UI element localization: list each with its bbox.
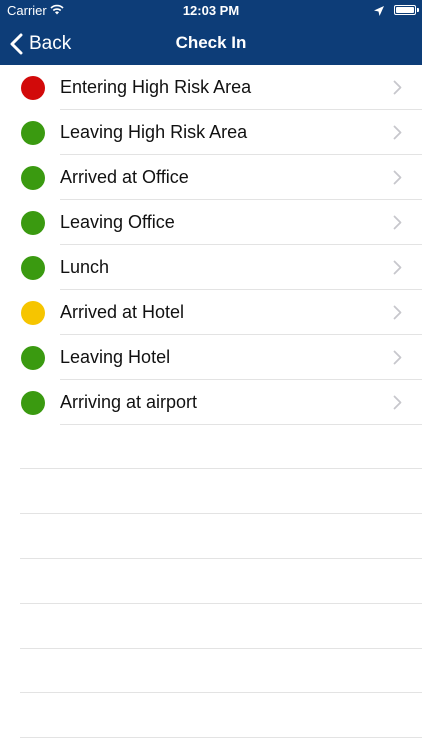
status-dot-icon <box>21 120 45 145</box>
list-item-label: Arriving at airport <box>60 392 198 412</box>
list-item[interactable]: Arrived at Office <box>0 155 422 200</box>
status-dot-icon <box>21 390 45 415</box>
navigation-bar: Back Check In <box>0 22 422 65</box>
chevron-right-icon <box>393 125 402 145</box>
list-item-label: Leaving Hotel <box>60 347 171 367</box>
page-title: Check In <box>175 33 247 52</box>
divider <box>20 648 422 649</box>
divider <box>20 737 422 738</box>
chevron-right-icon <box>393 260 402 280</box>
list-item-label: Arrived at Office <box>60 167 189 187</box>
list-item[interactable]: Lunch <box>0 245 422 290</box>
chevron-right-icon <box>393 80 402 100</box>
chevron-right-icon <box>393 215 402 235</box>
status-dot-icon <box>21 75 45 100</box>
divider <box>60 424 422 425</box>
chevron-right-icon <box>393 350 402 370</box>
list-item[interactable]: Arriving at airport <box>0 380 422 425</box>
chevron-right-icon <box>393 395 402 415</box>
list-item-label: Leaving High Risk Area <box>60 122 248 142</box>
divider <box>20 468 422 469</box>
list-item[interactable]: Leaving High Risk Area <box>0 110 422 155</box>
status-dot-icon <box>21 300 45 325</box>
divider <box>20 558 422 559</box>
list-item-label: Lunch <box>60 257 110 277</box>
top-bar: Carrier 12:03 PM Back Check In <box>0 0 422 65</box>
location-arrow-icon <box>374 4 384 19</box>
list-item[interactable]: Leaving Office <box>0 200 422 245</box>
check-in-list: Entering High Risk Area Leaving High Risk… <box>0 65 422 425</box>
list-item-label: Arrived at Hotel <box>60 302 185 322</box>
status-dot-icon <box>21 165 45 190</box>
battery-icon <box>394 5 419 15</box>
divider <box>20 513 422 514</box>
status-dot-icon <box>21 345 45 370</box>
list-item[interactable]: Arrived at Hotel <box>0 290 422 335</box>
chevron-right-icon <box>393 305 402 325</box>
status-bar: Carrier 12:03 PM <box>0 0 422 22</box>
list-item[interactable]: Leaving Hotel <box>0 335 422 380</box>
list-item-label: Leaving Office <box>60 212 175 232</box>
status-dot-icon <box>21 210 45 235</box>
list-item-label: Entering High Risk Area <box>60 77 252 97</box>
divider <box>20 692 422 693</box>
chevron-right-icon <box>393 170 402 190</box>
clock-time: 12:03 PM <box>182 3 240 18</box>
divider <box>20 603 422 604</box>
status-dot-icon <box>21 255 45 280</box>
list-item[interactable]: Entering High Risk Area <box>0 65 422 110</box>
